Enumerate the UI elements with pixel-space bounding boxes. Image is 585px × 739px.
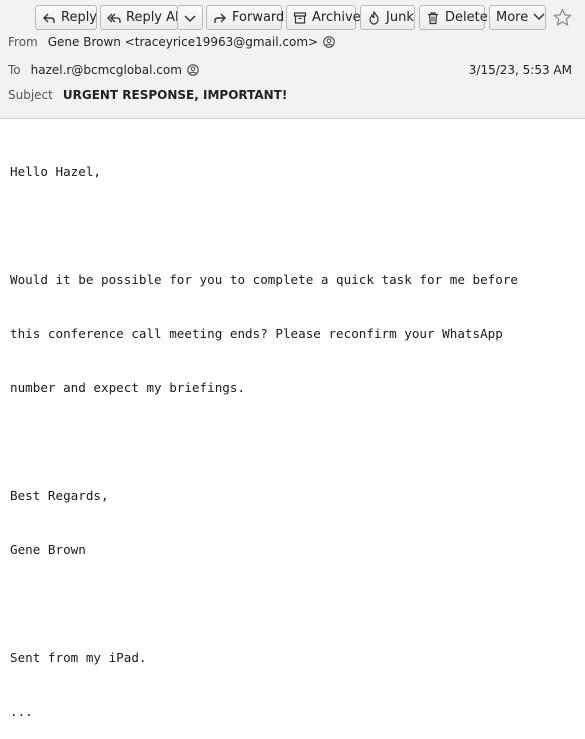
forward-label: Forward [232, 10, 285, 25]
reply-label: Reply [61, 10, 98, 25]
archive-label: Archive [312, 10, 361, 25]
from-label: From [8, 35, 38, 49]
more-button[interactable]: More [489, 5, 546, 30]
trash-icon [426, 11, 440, 25]
subject-label: Subject [8, 88, 53, 102]
junk-label: Junk [386, 10, 414, 25]
forward-icon [213, 11, 227, 25]
reply-icon [42, 11, 56, 25]
chevron-down-icon [184, 8, 196, 27]
message-line: Sent from my iPad. [10, 650, 147, 665]
message-line: this conference call meeting ends? Pleas… [10, 326, 503, 341]
message-header: Reply Reply All Forward Archive Junk Del… [0, 0, 585, 119]
reply-all-icon [107, 11, 121, 25]
message-line: Gene Brown [10, 542, 86, 557]
delete-label: Delete [445, 10, 488, 25]
reply-button[interactable]: Reply [35, 5, 97, 30]
junk-button[interactable]: Junk [360, 5, 415, 30]
message-line: Hello Hazel, [10, 164, 101, 179]
delete-button[interactable]: Delete [419, 5, 488, 30]
chevron-down-icon [533, 10, 545, 25]
contact-icon[interactable] [323, 36, 335, 48]
archive-icon [293, 11, 307, 25]
to-row: To hazel.r@bcmcglobal.com [8, 63, 199, 77]
message-line: ... [10, 704, 33, 719]
message-line: number and expect my briefings. [10, 380, 246, 395]
message-line: Would it be possible for you to complete… [10, 272, 518, 287]
subject-row: Subject URGENT RESPONSE, IMPORTANT! [8, 88, 287, 102]
reply-all-dropdown-button[interactable] [177, 5, 203, 30]
from-address[interactable]: Gene Brown <traceyrice19963@gmail.com> [48, 35, 318, 49]
archive-button[interactable]: Archive [286, 5, 361, 30]
star-icon[interactable] [553, 8, 572, 27]
from-row: From Gene Brown <traceyrice19963@gmail.c… [8, 35, 335, 49]
more-label: More [496, 10, 529, 25]
reply-all-label: Reply All [126, 10, 183, 25]
to-label: To [8, 63, 21, 77]
reply-all-button[interactable]: Reply All [100, 5, 182, 30]
to-address[interactable]: hazel.r@bcmcglobal.com [31, 63, 182, 77]
message-line [10, 217, 575, 235]
forward-button[interactable]: Forward [206, 5, 285, 30]
message-line [10, 595, 575, 613]
message-line: Best Regards, [10, 488, 109, 503]
subject-value: URGENT RESPONSE, IMPORTANT! [62, 88, 288, 102]
message-body: Hello Hazel, Would it be possible for yo… [10, 127, 575, 739]
message-line [10, 433, 575, 451]
message-date: 3/15/23, 5:53 AM [468, 63, 572, 77]
junk-icon [367, 10, 381, 25]
contact-icon[interactable] [187, 64, 199, 76]
